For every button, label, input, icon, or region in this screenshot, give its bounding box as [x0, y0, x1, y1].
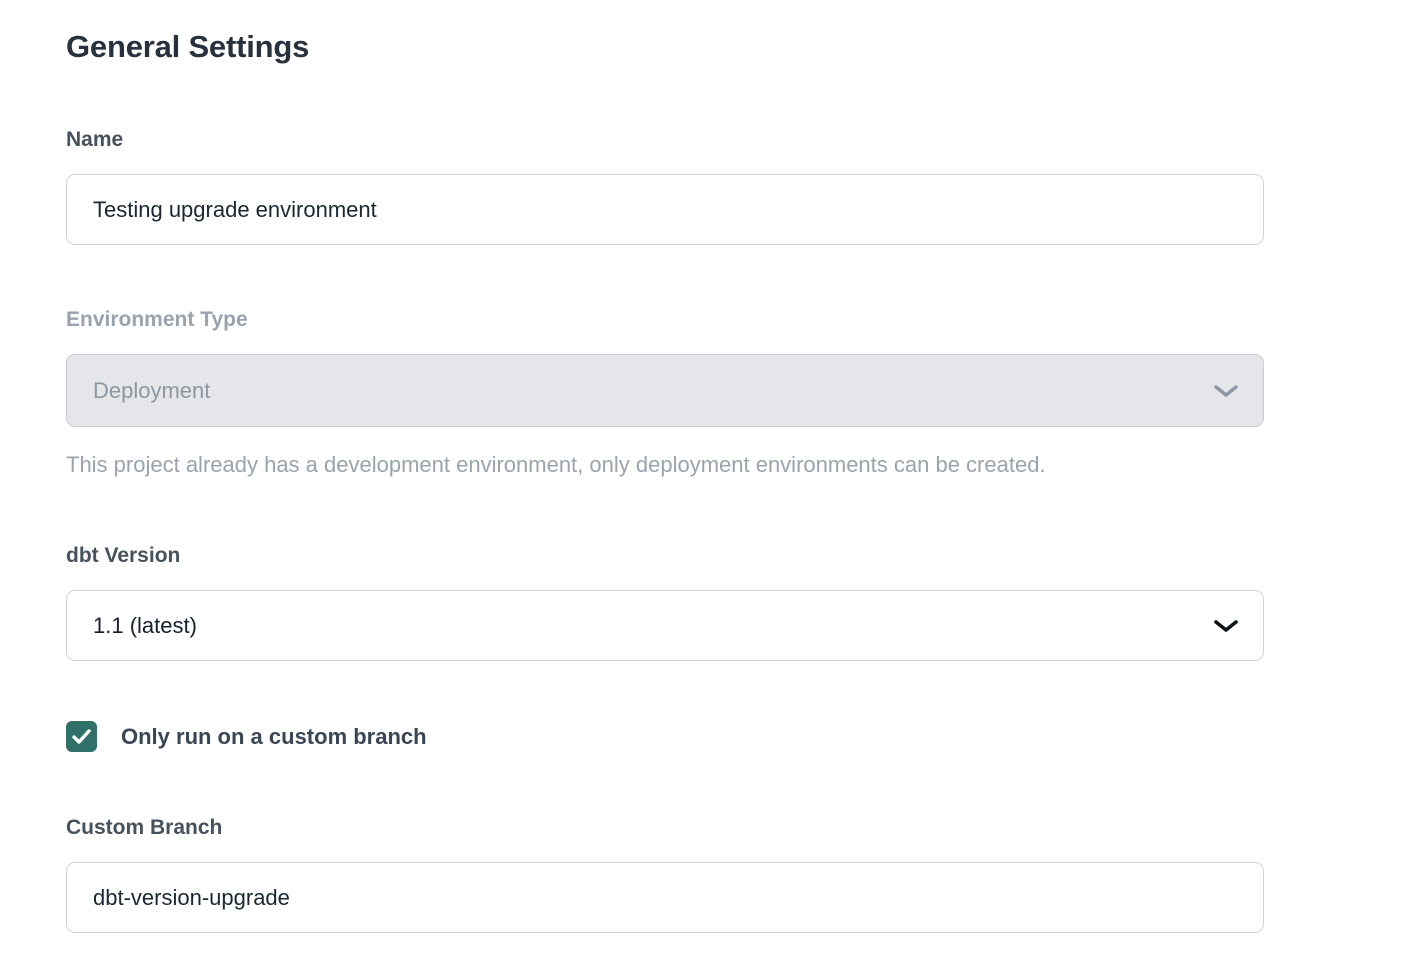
dbt-version-value: 1.1 (latest) [93, 613, 197, 639]
general-settings-page: General Settings Name Environment Type D… [0, 0, 1406, 958]
environment-type-select: Deployment [66, 354, 1264, 427]
dbt-version-select[interactable]: 1.1 (latest) [66, 590, 1264, 661]
name-label: Name [66, 128, 1264, 152]
check-icon [72, 729, 91, 744]
environment-type-label: Environment Type [66, 308, 1264, 332]
field-environment-type: Environment Type Deployment This project… [66, 308, 1264, 479]
page-title: General Settings [66, 28, 1264, 66]
custom-branch-checkbox[interactable] [66, 721, 97, 752]
chevron-down-icon [1213, 618, 1239, 634]
environment-type-value: Deployment [93, 378, 210, 404]
custom-branch-checkbox-label[interactable]: Only run on a custom branch [121, 724, 427, 750]
field-dbt-version: dbt Version 1.1 (latest) [66, 544, 1264, 661]
dbt-version-label: dbt Version [66, 544, 1264, 568]
custom-branch-input[interactable] [66, 862, 1264, 933]
environment-type-help-text: This project already has a development e… [66, 451, 1264, 479]
field-name: Name [66, 128, 1264, 245]
field-custom-branch: Custom Branch [66, 816, 1264, 933]
custom-branch-checkbox-row: Only run on a custom branch [66, 721, 1264, 752]
settings-form: General Settings Name Environment Type D… [66, 28, 1264, 933]
name-input[interactable] [66, 174, 1264, 245]
chevron-down-icon [1213, 383, 1239, 399]
custom-branch-label: Custom Branch [66, 816, 1264, 840]
